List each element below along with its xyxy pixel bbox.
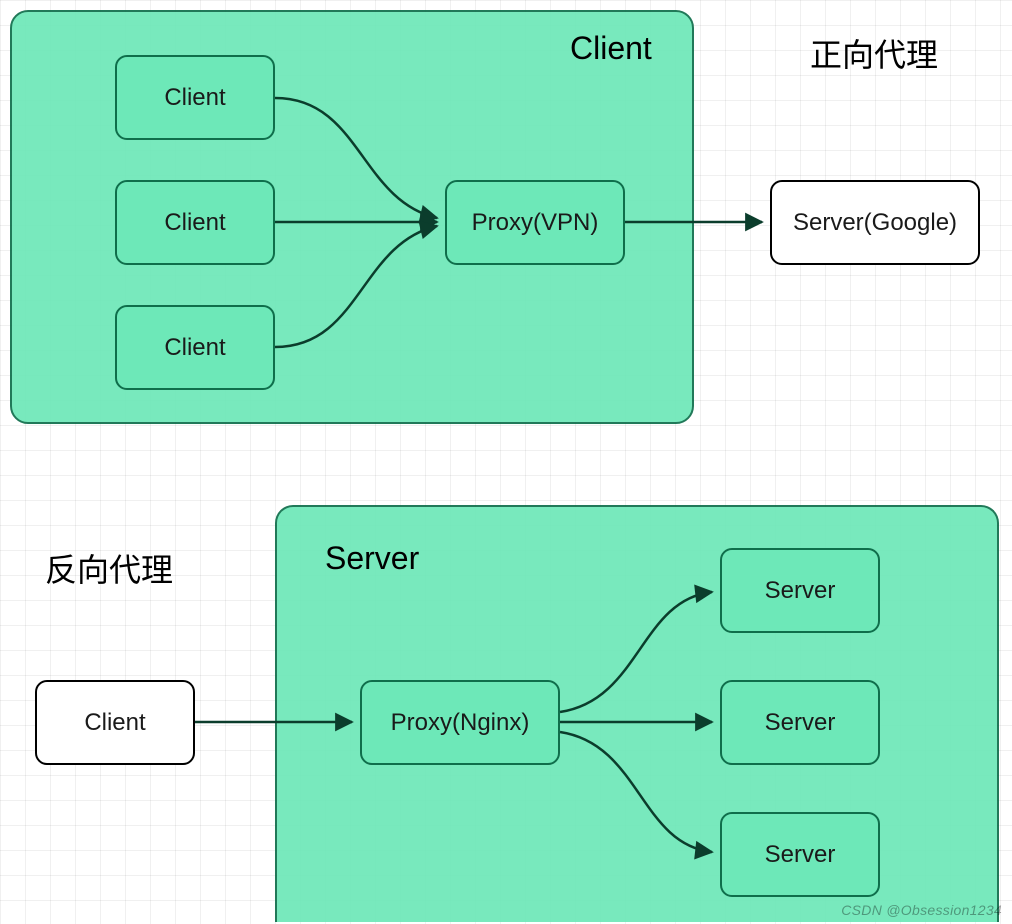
node-client-2-label: Client <box>164 209 225 237</box>
node-client-bottom: Client <box>35 680 195 765</box>
node-client-bottom-label: Client <box>84 709 145 737</box>
diagram-canvas: Client 正向代理 Client Client Client Proxy(V… <box>0 0 1012 924</box>
node-server-3-label: Server <box>765 841 836 869</box>
title-forward-proxy: 正向代理 <box>810 30 938 76</box>
node-client-1: Client <box>115 55 275 140</box>
node-client-2: Client <box>115 180 275 265</box>
node-server-1: Server <box>720 548 880 633</box>
node-server-3: Server <box>720 812 880 897</box>
region-server-label: Server <box>325 540 419 577</box>
node-client-1-label: Client <box>164 84 225 112</box>
node-proxy-nginx: Proxy(Nginx) <box>360 680 560 765</box>
node-client-3: Client <box>115 305 275 390</box>
node-client-3-label: Client <box>164 334 225 362</box>
node-server-google: Server(Google) <box>770 180 980 265</box>
node-server-2-label: Server <box>765 709 836 737</box>
title-reverse-proxy: 反向代理 <box>45 545 173 591</box>
node-proxy-vpn-label: Proxy(VPN) <box>472 209 599 237</box>
node-proxy-nginx-label: Proxy(Nginx) <box>391 709 530 737</box>
node-proxy-vpn: Proxy(VPN) <box>445 180 625 265</box>
watermark: CSDN @Obsession1234 <box>841 902 1002 918</box>
node-server-google-label: Server(Google) <box>793 209 957 237</box>
node-server-2: Server <box>720 680 880 765</box>
region-client-label: Client <box>570 30 652 67</box>
node-server-1-label: Server <box>765 577 836 605</box>
